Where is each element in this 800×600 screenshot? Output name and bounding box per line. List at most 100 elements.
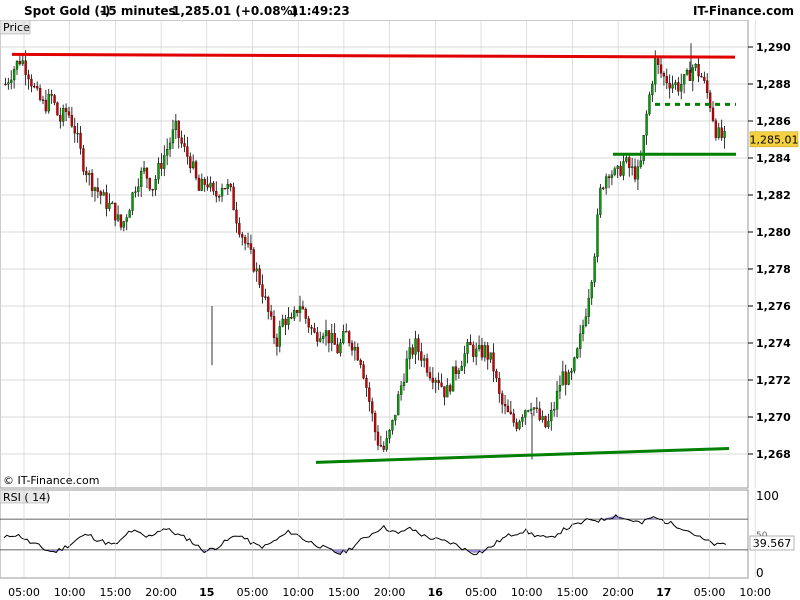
candle-body [267,297,270,312]
candle-body [610,174,614,178]
candle-body [41,99,45,101]
candle-body [564,371,567,385]
candle-body [691,67,694,81]
candle-body [547,420,550,428]
time-tick-label: 20:00 [145,586,177,599]
candle-body [677,82,680,92]
candle-body [38,88,42,100]
candle-body [417,338,420,352]
candle-body [56,102,59,116]
candle-body [365,378,368,388]
candle-body [171,129,175,144]
candle-body [394,414,397,421]
candle-body [498,378,501,394]
rsi-panel-label: RSI ( 14) [3,491,50,504]
candle-body [53,95,56,103]
candle-body [535,407,538,409]
candle-body [111,202,114,205]
candle-body [353,347,357,351]
candle-body [408,347,411,360]
candle-body [258,268,261,285]
candle-body [469,342,472,346]
candle-body [711,107,715,121]
candle-body [720,127,723,138]
candle-body [90,172,94,191]
candle-body [168,142,172,150]
candle-body [723,131,726,138]
candle-body [567,372,570,385]
candle-body [622,161,625,176]
candle-body [105,192,108,209]
candle-body [212,182,215,192]
candle-body [440,382,443,387]
candle-body [287,317,290,325]
candle-body [166,149,169,156]
candle-body [602,187,605,190]
candle-body [382,445,385,450]
candle-body [423,358,426,361]
candle-body [145,167,149,179]
time-tick-label: 15:00 [100,586,132,599]
candle-body [576,348,579,358]
candle-body [651,83,654,95]
candle-body [636,166,640,180]
candle-body [420,351,423,361]
candle-body [298,306,302,313]
candle-body [460,366,463,371]
price-panel-label: Price [3,21,30,34]
candle-body [656,58,660,65]
time-tick-label: 10:00 [282,586,314,599]
candle-body [371,401,374,414]
candle-body [671,84,674,89]
candle-body [183,143,186,147]
candle-body [70,114,74,127]
candle-body [232,186,235,211]
candle-body [697,64,700,77]
candle-body [593,256,596,283]
candle-body [527,410,530,412]
chart-canvas: Price 1,268 1,270 1,272 1,274 1,276 1,278 1,28… [0,20,798,599]
candle-body [501,393,504,405]
candle-body [200,179,203,191]
candle-body [203,179,206,185]
candle-body [261,284,264,297]
time-tick-label: 15 [199,586,214,599]
candle-body [388,430,391,439]
candle-body [368,387,371,402]
candle-body [7,82,10,85]
candle-body [189,156,192,169]
candle-body [304,308,307,319]
candle-body [449,385,452,392]
candle-body [414,338,417,355]
candle-body [451,366,455,392]
candle-body [443,386,446,398]
candle-body [570,370,573,373]
candle-body [154,179,157,190]
candle-body [550,410,553,422]
candle-body [339,342,342,354]
rsi-tick-0: 0 [756,566,764,580]
candle-body [186,146,189,157]
timeframe-label: 15 minutes [100,4,176,18]
candle-body [509,411,513,414]
candle-body [307,318,310,328]
candle-body [665,76,668,84]
time-tick-label: 17 [656,586,671,599]
candle-body [362,364,365,379]
candle-body [284,318,287,325]
candle-body [18,60,22,65]
candle-body [114,202,117,221]
candle-body [88,172,91,176]
candle-body [148,178,152,190]
candle-body [295,310,299,313]
candle-body [73,126,76,134]
candle-body [402,381,406,386]
candle-body [466,342,469,354]
candle-body [619,165,622,176]
time-tick-label: 05:00 [237,586,269,599]
candle-body [116,214,120,221]
candle-body [30,78,33,87]
candle-body [486,345,489,360]
candle-body [512,413,515,423]
price-tick-label: 1,270 [756,411,791,424]
